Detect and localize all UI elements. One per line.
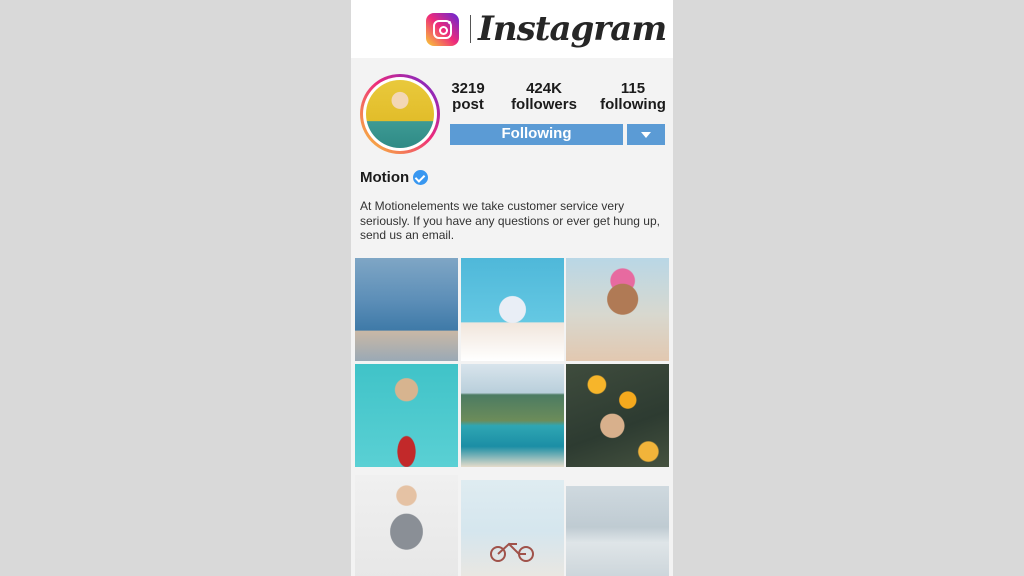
profile-screen: Instagram 3219 post 424K followers 115 f… — [351, 0, 673, 576]
profile-avatar[interactable] — [360, 74, 440, 154]
chevron-down-icon — [641, 132, 651, 138]
following-button[interactable]: Following — [450, 124, 623, 145]
instagram-logo-icon — [426, 13, 459, 46]
posts-count: 3219 — [451, 80, 485, 97]
header-divider — [470, 15, 471, 43]
grid-photo[interactable] — [355, 258, 458, 361]
profile-bio: At Motionelements we take customer servi… — [360, 199, 660, 242]
bicycle-icon — [490, 542, 534, 562]
grid-photo[interactable] — [566, 258, 669, 361]
followers-count: 424K — [526, 80, 562, 97]
profile-username: Motion — [360, 169, 410, 186]
brand-wordmark: Instagram — [478, 9, 667, 49]
stat-following[interactable]: 115 following — [600, 81, 666, 113]
grid-photo[interactable] — [461, 480, 564, 576]
grid-photo[interactable] — [566, 486, 669, 576]
stat-posts[interactable]: 3219 post — [448, 81, 488, 113]
verified-badge-icon — [413, 170, 428, 185]
following-count: 115 — [620, 80, 646, 97]
grid-photo[interactable] — [355, 364, 458, 467]
following-label: following — [600, 96, 666, 113]
grid-photo[interactable] — [461, 258, 564, 361]
grid-photo[interactable] — [566, 364, 669, 467]
grid-photo[interactable] — [355, 475, 458, 576]
app-header: Instagram — [351, 0, 673, 58]
grid-photo[interactable] — [461, 364, 564, 467]
followers-label: followers — [511, 96, 577, 113]
posts-label: post — [452, 96, 484, 113]
stat-followers[interactable]: 424K followers — [509, 81, 579, 113]
follow-options-button[interactable] — [627, 124, 665, 145]
